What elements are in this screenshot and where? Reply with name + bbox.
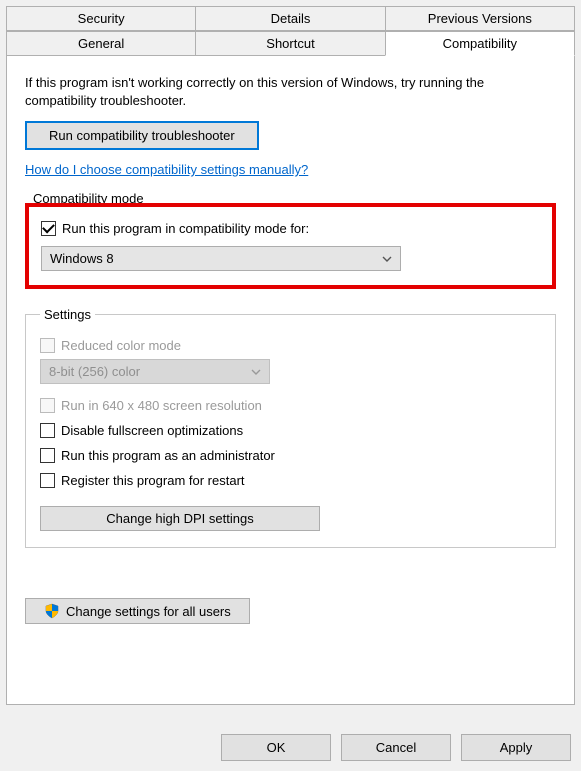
run-troubleshooter-button[interactable]: Run compatibility troubleshooter xyxy=(25,121,259,150)
settings-legend: Settings xyxy=(40,307,95,322)
disable-fullscreen-checkbox[interactable] xyxy=(40,423,55,438)
tab-details[interactable]: Details xyxy=(195,6,385,31)
tab-compatibility[interactable]: Compatibility xyxy=(385,31,575,56)
tab-shortcut[interactable]: Shortcut xyxy=(195,31,385,56)
compat-mode-label: Run this program in compatibility mode f… xyxy=(62,221,309,236)
run-admin-label: Run this program as an administrator xyxy=(61,448,275,463)
apply-button[interactable]: Apply xyxy=(461,734,571,761)
color-mode-value: 8-bit (256) color xyxy=(49,364,140,379)
shield-icon xyxy=(44,603,60,619)
run-admin-checkbox[interactable] xyxy=(40,448,55,463)
register-restart-checkbox[interactable] xyxy=(40,473,55,488)
reduced-color-checkbox xyxy=(40,338,55,353)
reduced-color-label: Reduced color mode xyxy=(61,338,181,353)
change-dpi-button[interactable]: Change high DPI settings xyxy=(40,506,320,531)
disable-fullscreen-label: Disable fullscreen optimizations xyxy=(61,423,243,438)
compat-os-value: Windows 8 xyxy=(50,251,114,266)
chevron-down-icon xyxy=(251,367,261,377)
tab-previous-versions[interactable]: Previous Versions xyxy=(385,6,575,31)
tab-general[interactable]: General xyxy=(6,31,196,56)
help-link[interactable]: How do I choose compatibility settings m… xyxy=(25,162,308,177)
register-restart-label: Register this program for restart xyxy=(61,473,245,488)
change-all-users-button[interactable]: Change settings for all users xyxy=(25,598,250,624)
change-all-users-label: Change settings for all users xyxy=(66,604,231,619)
settings-group: Settings Reduced color mode 8-bit (256) … xyxy=(25,307,556,548)
compatibility-mode-group: Run this program in compatibility mode f… xyxy=(25,203,556,289)
ok-button[interactable]: OK xyxy=(221,734,331,761)
dialog-buttons: OK Cancel Apply xyxy=(221,734,571,761)
compat-mode-checkbox[interactable] xyxy=(41,221,56,236)
compatibility-panel: If this program isn't working correctly … xyxy=(6,55,575,705)
compat-os-select[interactable]: Windows 8 xyxy=(41,246,401,271)
tab-strip: Security Details Previous Versions Gener… xyxy=(0,0,581,56)
intro-text: If this program isn't working correctly … xyxy=(25,74,556,109)
tab-security[interactable]: Security xyxy=(6,6,196,31)
cancel-button[interactable]: Cancel xyxy=(341,734,451,761)
run-640-label: Run in 640 x 480 screen resolution xyxy=(61,398,262,413)
run-640-checkbox xyxy=(40,398,55,413)
chevron-down-icon xyxy=(382,254,392,264)
color-mode-select: 8-bit (256) color xyxy=(40,359,270,384)
